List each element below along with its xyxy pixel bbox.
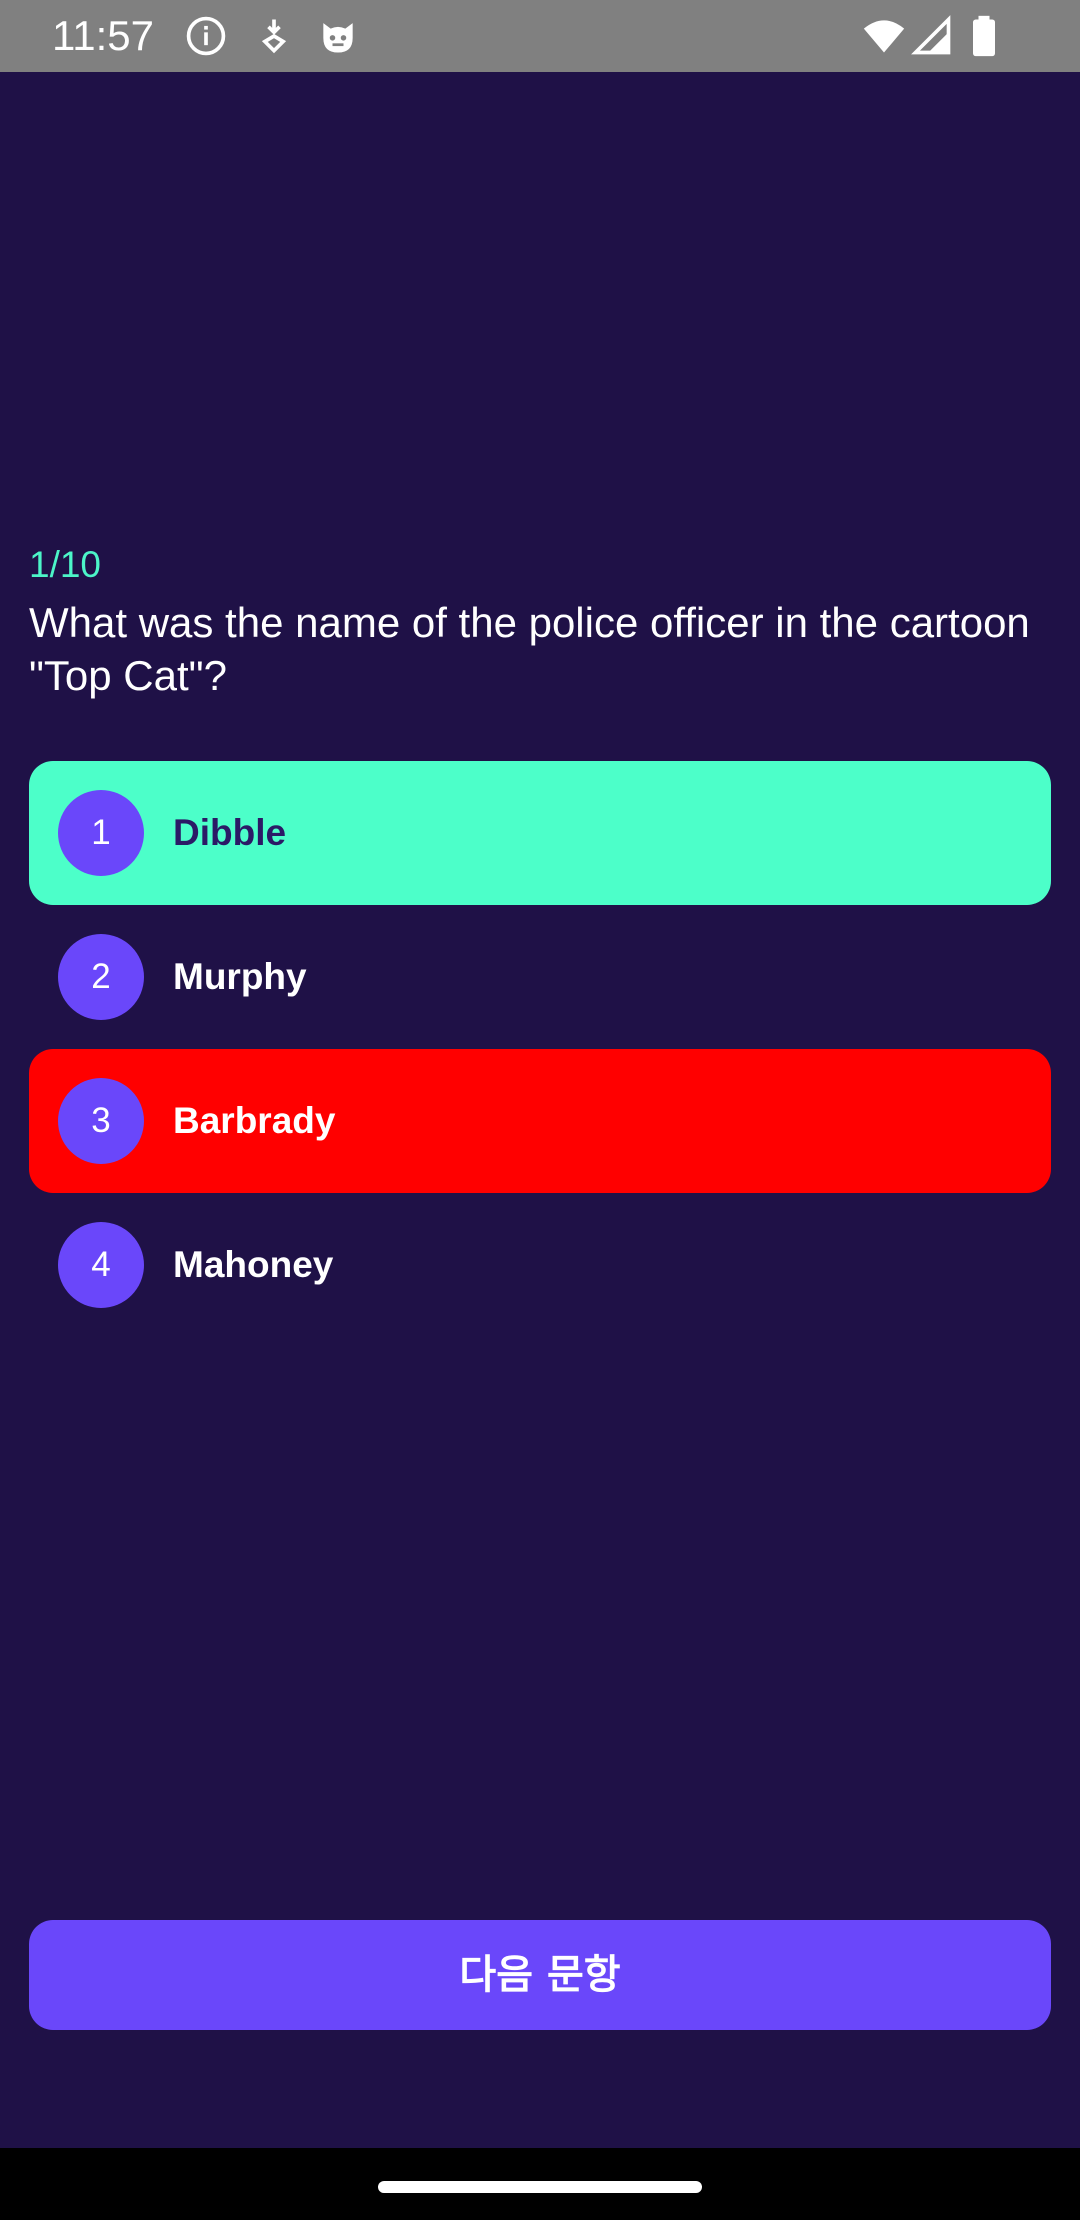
location-arrow-icon	[252, 14, 296, 58]
option-label: Murphy	[173, 956, 307, 997]
answer-option-3[interactable]: 3 Barbrady	[29, 1049, 1051, 1193]
status-time: 11:57	[52, 12, 154, 59]
quiz-screen: 11:57 1/10 What was the name of the poli…	[0, 0, 1080, 2220]
question-progress: 1/10	[29, 544, 102, 585]
answer-option-4[interactable]: 4 Mahoney	[29, 1193, 1051, 1337]
status-bar: 11:57	[0, 0, 1080, 72]
option-number-badge: 1	[58, 790, 144, 876]
answer-option-2[interactable]: 2 Murphy	[29, 905, 1051, 1049]
next-question-button[interactable]: 다음 문항	[29, 1920, 1051, 2030]
navigation-bar	[0, 2148, 1080, 2220]
option-label: Dibble	[173, 812, 287, 853]
info-icon	[184, 14, 228, 58]
answer-option-1[interactable]: 1 Dibble	[29, 761, 1051, 905]
option-number-badge: 2	[58, 934, 144, 1020]
home-indicator[interactable]	[378, 2181, 702, 2193]
option-label: Barbrady	[173, 1100, 336, 1141]
battery-icon	[962, 14, 1006, 58]
option-label: Mahoney	[173, 1244, 334, 1285]
wifi-icon	[862, 14, 906, 58]
cat-face-icon	[316, 14, 360, 58]
option-number-badge: 3	[58, 1078, 144, 1164]
option-number-badge: 4	[58, 1222, 144, 1308]
question-text: What was the name of the police officer …	[29, 599, 1030, 699]
cell-signal-icon	[910, 14, 954, 58]
